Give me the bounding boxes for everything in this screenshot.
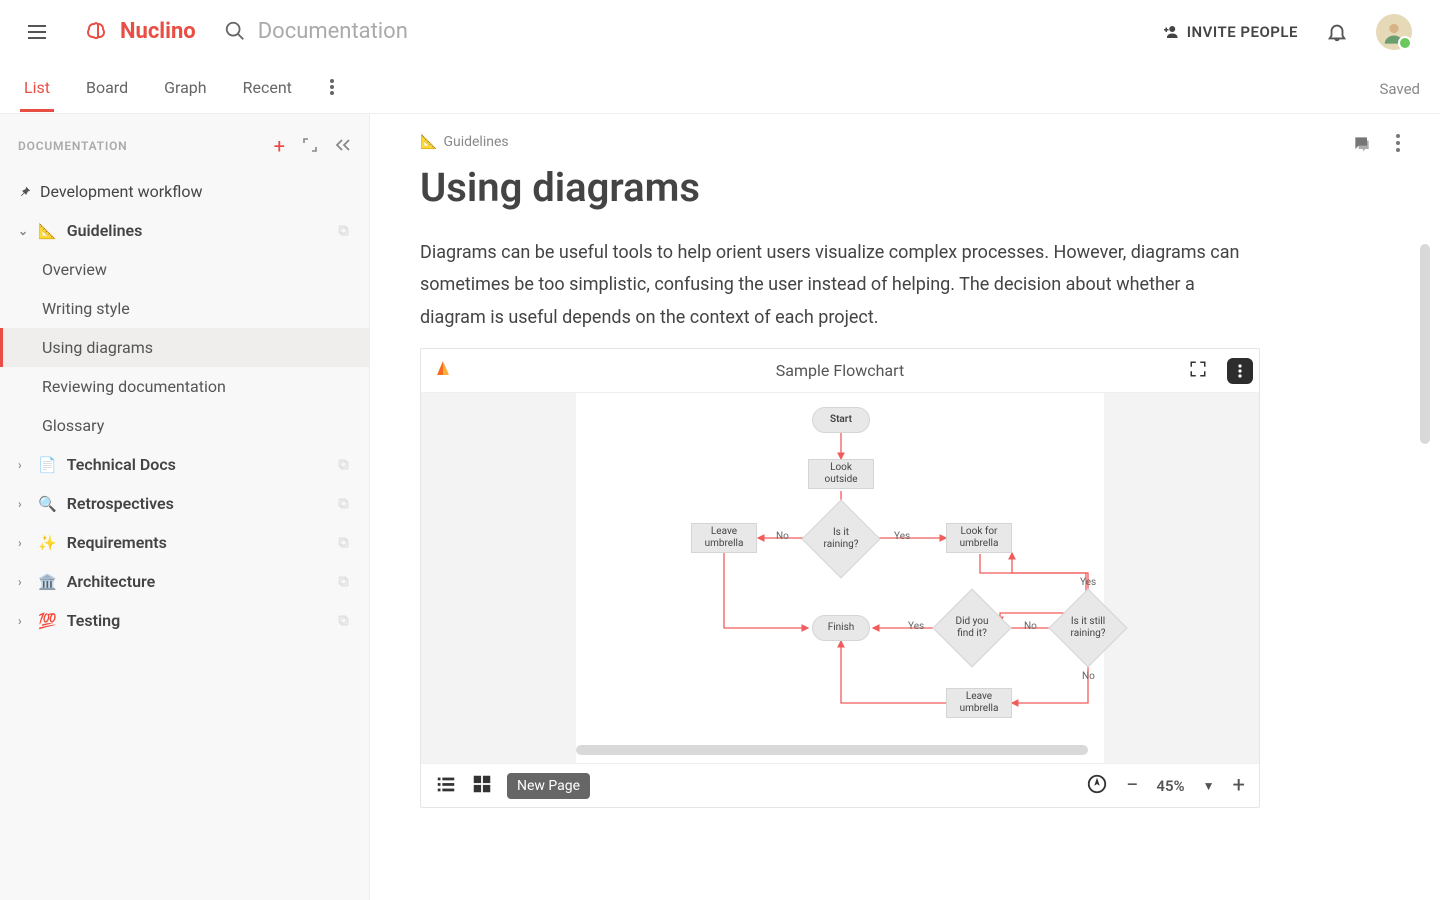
embed-list-icon[interactable] — [435, 773, 457, 799]
sidebar-section-technical-docs[interactable]: › 📄 Technical Docs — [0, 445, 369, 484]
chevron-right-icon: › — [18, 575, 30, 589]
flow-node-did-find: Did you find it? — [944, 600, 1000, 656]
chevron-right-icon: › — [18, 536, 30, 550]
page-more-icon[interactable] — [1396, 134, 1400, 158]
pin-icon — [18, 185, 32, 199]
ruler-icon: 📐 — [38, 222, 57, 240]
flow-node-still-raining: Is it still raining? — [1060, 600, 1116, 656]
new-page-button[interactable]: New Page — [507, 773, 590, 799]
hundred-icon: 💯 — [38, 612, 57, 630]
edge-label-no: No — [776, 531, 789, 542]
embed-canvas[interactable]: Start Look outside Is it raining? Leave … — [421, 393, 1259, 763]
breadcrumb-label: Guidelines — [443, 134, 508, 150]
copy-icon[interactable] — [336, 457, 351, 472]
zoom-level: 45% — [1156, 777, 1184, 795]
page-body: Diagrams can be useful tools to help ori… — [420, 237, 1260, 334]
edge-label-yes: Yes — [1080, 577, 1096, 588]
hamburger-menu[interactable] — [28, 18, 56, 46]
chevron-right-icon: › — [18, 614, 30, 628]
embed-grid-icon[interactable] — [471, 773, 493, 799]
sidebar-item-label: Technical Docs — [67, 455, 176, 474]
flow-node-leave-umbrella: Leave umbrella — [691, 523, 757, 553]
copy-icon[interactable] — [336, 496, 351, 511]
zoom-in-icon[interactable]: + — [1233, 773, 1245, 798]
user-avatar[interactable] — [1376, 14, 1412, 50]
sidebar-section-guidelines[interactable]: ⌄ 📐 Guidelines — [0, 211, 369, 250]
fullscreen-icon[interactable] — [1189, 360, 1207, 382]
content-scrollbar[interactable] — [1420, 244, 1430, 444]
embed-more-icon[interactable] — [1227, 358, 1253, 384]
edge-label-yes: Yes — [908, 621, 924, 632]
sidebar-section-architecture[interactable]: › 🏛️ Architecture — [0, 562, 369, 601]
sparkle-icon: ✨ — [38, 534, 57, 552]
notifications-icon[interactable] — [1326, 21, 1348, 43]
ruler-icon: 📐 — [420, 134, 437, 150]
save-status: Saved — [1379, 80, 1420, 98]
zoom-dropdown-icon[interactable]: ▼ — [1203, 779, 1215, 793]
sidebar-item-reviewing-documentation[interactable]: Reviewing documentation — [0, 367, 369, 406]
sidebar-item-label: Requirements — [67, 533, 167, 552]
workspace-name[interactable]: Documentation — [258, 19, 408, 44]
embed-title: Sample Flowchart — [421, 361, 1259, 380]
sidebar-item-glossary[interactable]: Glossary — [0, 406, 369, 445]
chevron-right-icon: › — [18, 458, 30, 472]
copy-icon[interactable] — [336, 613, 351, 628]
sidebar-item-label: Retrospectives — [67, 494, 174, 513]
tab-more-icon[interactable] — [324, 79, 340, 99]
zoom-out-icon[interactable]: − — [1126, 773, 1139, 798]
sidebar-section-retrospectives[interactable]: › 🔍 Retrospectives — [0, 484, 369, 523]
flow-node-start: Start — [812, 407, 870, 433]
flow-node-look-for-umbrella: Look for umbrella — [946, 523, 1012, 553]
search-icon[interactable] — [224, 20, 248, 44]
edge-label-no: No — [1082, 671, 1095, 682]
recenter-icon[interactable] — [1086, 773, 1108, 799]
sidebar-section-testing[interactable]: › 💯 Testing — [0, 601, 369, 640]
lucidchart-logo-icon — [435, 359, 451, 382]
sidebar-title: DOCUMENTATION — [18, 139, 274, 153]
page-title: Using diagrams — [420, 164, 1390, 211]
breadcrumb[interactable]: 📐 Guidelines — [420, 134, 1390, 150]
copy-icon[interactable] — [336, 574, 351, 589]
brand-logo[interactable]: Nuclino — [84, 19, 196, 44]
comments-icon[interactable] — [1352, 134, 1372, 158]
edge-label-no: No — [1024, 621, 1037, 632]
sidebar-item-label: Development workflow — [40, 182, 202, 201]
brand-name: Nuclino — [120, 19, 196, 44]
flow-node-is-raining: Is it raining? — [813, 511, 869, 567]
page-icon: 📄 — [38, 456, 57, 474]
copy-icon[interactable] — [336, 223, 351, 238]
tab-recent[interactable]: Recent — [239, 66, 296, 112]
sidebar-item-writing-style[interactable]: Writing style — [0, 289, 369, 328]
sidebar-item-label: Testing — [67, 611, 121, 630]
invite-people-button[interactable]: INVITE PEOPLE — [1161, 23, 1298, 41]
diagram-embed: Sample Flowchart — [420, 348, 1260, 808]
sidebar: DOCUMENTATION + Development workflow ⌄ 📐… — [0, 114, 370, 900]
tab-list[interactable]: List — [20, 66, 54, 112]
sidebar-item-using-diagrams[interactable]: Using diagrams — [0, 328, 369, 367]
sidebar-item-label: Guidelines — [67, 221, 143, 240]
invite-label: INVITE PEOPLE — [1187, 23, 1298, 41]
magnifier-icon: 🔍 — [38, 495, 57, 513]
content-area: 📐 Guidelines Using diagrams Diagrams can… — [370, 114, 1440, 900]
copy-icon[interactable] — [336, 535, 351, 550]
view-tabs: List Board Graph Recent — [20, 66, 340, 112]
sidebar-item-label: Architecture — [67, 572, 156, 591]
edge-label-yes: Yes — [894, 531, 910, 542]
sidebar-pinned-item[interactable]: Development workflow — [0, 172, 369, 211]
sidebar-item-overview[interactable]: Overview — [0, 250, 369, 289]
chevron-down-icon: ⌄ — [18, 224, 30, 238]
building-icon: 🏛️ — [38, 573, 57, 591]
flow-node-finish: Finish — [812, 615, 870, 641]
flow-node-look-outside: Look outside — [808, 459, 874, 489]
flow-node-leave-umbrella-2: Leave umbrella — [946, 688, 1012, 718]
brain-icon — [84, 20, 112, 44]
embed-hscrollbar[interactable] — [576, 745, 1259, 755]
add-item-icon[interactable]: + — [274, 134, 285, 158]
collapse-sidebar-icon[interactable] — [335, 137, 351, 156]
chevron-right-icon: › — [18, 497, 30, 511]
sidebar-section-requirements[interactable]: › ✨ Requirements — [0, 523, 369, 562]
tab-board[interactable]: Board — [82, 66, 132, 112]
tab-graph[interactable]: Graph — [160, 66, 211, 112]
expand-icon[interactable] — [303, 137, 317, 156]
